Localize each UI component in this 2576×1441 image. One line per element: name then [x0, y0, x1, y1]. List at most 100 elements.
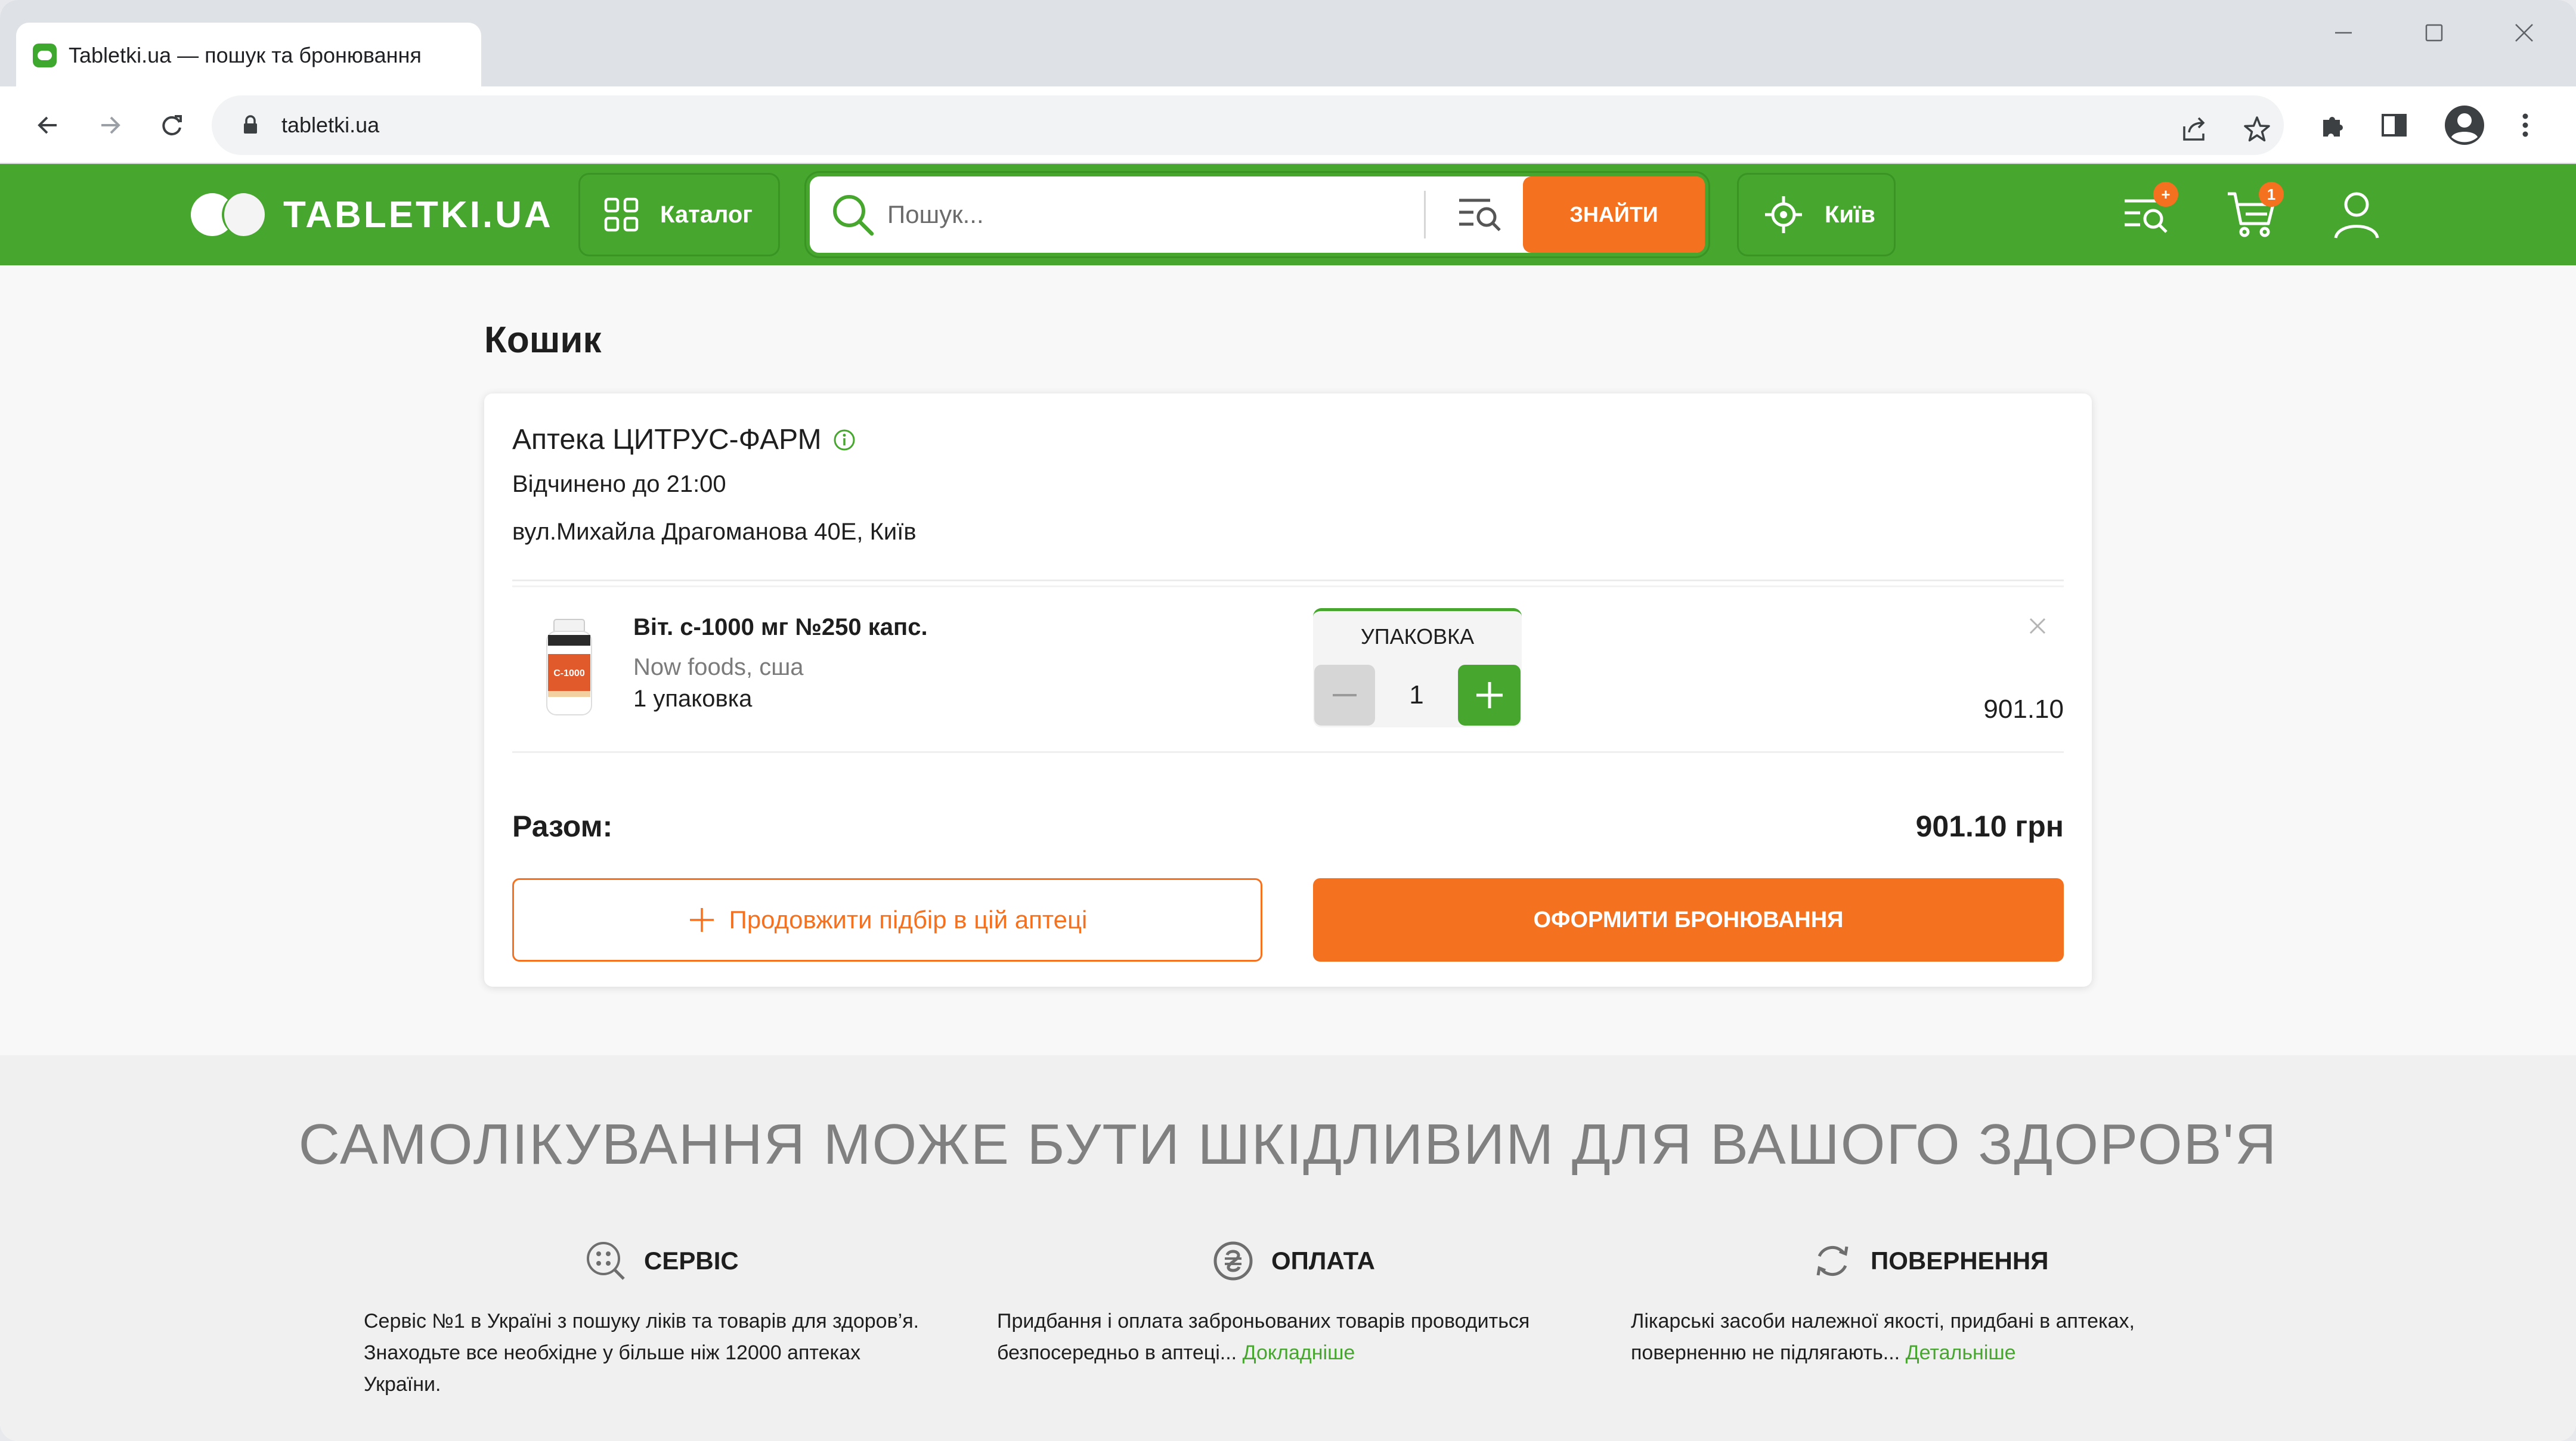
- returns-more-link[interactable]: Детальніше: [1906, 1341, 2016, 1364]
- maximize-icon: [2425, 24, 2443, 42]
- search-submit-button[interactable]: ЗНАЙТИ: [1523, 176, 1705, 253]
- list-search-icon: [1459, 199, 1501, 231]
- payment-column: ОПЛАТА Придбання і оплата заброньованих …: [997, 1237, 1530, 1364]
- returns-text-body: Лікарські засоби належної якості, придба…: [1631, 1310, 2135, 1364]
- lock-icon: [244, 115, 257, 134]
- search-bar: ЗНАЙТИ: [806, 173, 1708, 256]
- item-price: 901.10: [1983, 695, 2064, 724]
- search-divider: [1424, 191, 1426, 238]
- puzzle-icon: [2323, 116, 2343, 137]
- browser-window: Tabletki.ua — пошук та бронювання tablet…: [0, 0, 2576, 1441]
- browser-toolbar: tabletki.ua: [0, 86, 2576, 164]
- arrow-left-icon: [38, 116, 57, 134]
- divider: [512, 580, 2064, 581]
- back-button[interactable]: [24, 101, 72, 149]
- pharmacy-hours: Відчинено до 21:00: [512, 471, 726, 497]
- cart-page: Кошик Аптека ЦИТРУС-ФАРМ Відчинено до 21…: [0, 265, 2576, 1055]
- payment-more-link[interactable]: Докладніше: [1243, 1341, 1355, 1364]
- location-target-icon: [1765, 196, 1802, 233]
- city-label: Київ: [1825, 201, 1875, 228]
- maximize-button[interactable]: [2401, 15, 2467, 51]
- total-value: 901.10 грн: [1915, 810, 2064, 843]
- product-image-label: C-1000: [553, 668, 585, 678]
- checkout-booking-button[interactable]: ОФОРМИТИ БРОНЮВАННЯ: [1313, 878, 2064, 962]
- decrease-quantity-button[interactable]: [1314, 665, 1375, 726]
- browser-tab[interactable]: Tabletki.ua — пошук та бронювання: [16, 23, 481, 88]
- site-header: TABLETKI.UA Каталог Пошук... ЗНАЙТИ Київ…: [0, 164, 2576, 265]
- search-input[interactable]: [887, 188, 1412, 241]
- payment-heading: ОПЛАТА: [1212, 1237, 1375, 1285]
- hryvnia-coin-icon: [1213, 1241, 1253, 1281]
- quantity-value[interactable]: 1: [1375, 665, 1458, 726]
- account-circle-icon: [2445, 106, 2484, 145]
- service-title: СЕРВІС: [644, 1247, 739, 1275]
- payment-title: ОПЛАТА: [1271, 1247, 1375, 1275]
- cart-count-badge: 1: [2259, 182, 2284, 207]
- share-icon: [2183, 117, 2205, 141]
- forward-button[interactable]: [86, 101, 134, 149]
- reload-button[interactable]: [148, 101, 196, 149]
- package-unit-label: УПАКОВКА: [1360, 624, 1475, 649]
- logo-text: TABLETKI.UA: [283, 194, 553, 235]
- pharmacy-name: Аптека ЦИТРУС-ФАРМ: [512, 423, 856, 456]
- self-medication-warning: САМОЛІКУВАННЯ МОЖЕ БУТИ ШКІДЛИВИМ ДЛЯ ВА…: [298, 1112, 2278, 1176]
- side-panel-button[interactable]: [2370, 101, 2418, 149]
- logo-pills-icon: [191, 191, 265, 238]
- search-icon: [833, 195, 874, 236]
- continue-shopping-label: Продовжити підбір в цій аптеці: [729, 906, 1088, 934]
- returns-column: ПОВЕРНЕННЯ Лікарські засоби належної яко…: [1631, 1237, 2135, 1364]
- increase-quantity-button[interactable]: [1458, 665, 1521, 726]
- divider: [512, 751, 2064, 753]
- compare-badge: +: [2153, 182, 2178, 207]
- advanced-search-button[interactable]: [1453, 188, 1506, 241]
- catalog-button[interactable]: Каталог: [578, 173, 780, 256]
- close-icon: [2515, 24, 2533, 42]
- address-bar[interactable]: tabletki.ua: [212, 95, 2284, 155]
- share-button[interactable]: [2174, 109, 2215, 150]
- service-heading: СЕРВІС: [584, 1237, 739, 1285]
- returns-heading: ПОВЕРНЕННЯ: [1811, 1237, 2048, 1285]
- account-button[interactable]: [2330, 188, 2389, 247]
- grid-icon: [604, 197, 639, 232]
- close-window-button[interactable]: [2491, 15, 2557, 51]
- url-text: tabletki.ua: [281, 113, 380, 137]
- service-icon: [587, 1242, 625, 1280]
- user-icon: [2334, 192, 2379, 238]
- payment-text: Придбання і оплата заброньованих товарів…: [997, 1306, 1629, 1369]
- side-panel-icon: [2382, 114, 2407, 137]
- remove-item-icon[interactable]: [2026, 614, 2049, 638]
- city-selector[interactable]: Київ: [1737, 173, 1896, 256]
- info-icon[interactable]: [832, 428, 856, 452]
- plus-icon: [689, 908, 714, 932]
- returns-title: ПОВЕРНЕННЯ: [1871, 1247, 2049, 1275]
- site-logo[interactable]: TABLETKI.UA: [191, 188, 553, 241]
- cart-button[interactable]: 1: [2225, 182, 2285, 247]
- product-manufacturer: Now foods, сша: [633, 654, 804, 680]
- pharmacy-name-text: Аптека ЦИТРУС-ФАРМ: [512, 424, 822, 455]
- pharmacy-address: вул.Михайла Драгоманова 40Е, Київ: [512, 519, 917, 545]
- product-name[interactable]: Віт. с-1000 мг №250 капс.: [633, 614, 928, 641]
- plus-icon: [1476, 682, 1503, 708]
- minimize-icon: [2335, 32, 2352, 34]
- info-footer: САМОЛІКУВАННЯ МОЖЕ БУТИ ШКІДЛИВИМ ДЛЯ ВА…: [0, 1055, 2576, 1441]
- extensions-button[interactable]: [2309, 101, 2357, 149]
- browser-menu-button[interactable]: [2501, 101, 2549, 149]
- bookmark-button[interactable]: [2236, 109, 2278, 150]
- reload-icon: [162, 115, 182, 135]
- minimize-button[interactable]: [2311, 15, 2376, 51]
- minus-icon: [1333, 694, 1357, 696]
- service-text: Сервіс №1 в Україні з пошуку ліків та то…: [364, 1310, 919, 1396]
- arrow-right-icon: [101, 116, 120, 134]
- product-image[interactable]: C-1000: [541, 617, 597, 721]
- compare-button[interactable]: +: [2120, 182, 2179, 247]
- favicon-icon: [33, 44, 57, 67]
- tab-strip: Tabletki.ua — пошук та бронювання: [0, 0, 2576, 88]
- profile-button[interactable]: [2441, 101, 2488, 149]
- continue-shopping-button[interactable]: Продовжити підбір в цій аптеці: [512, 878, 1262, 962]
- star-icon: [2244, 116, 2270, 142]
- service-column: СЕРВІС Сервіс №1 в Україні з пошуку лікі…: [364, 1237, 919, 1396]
- catalog-label: Каталог: [660, 201, 753, 228]
- pharmacy-cart-card: Аптека ЦИТРУС-ФАРМ Відчинено до 21:00 ву…: [484, 393, 2092, 987]
- product-quantity-text: 1 упаковка: [633, 686, 753, 712]
- returns-text: Лікарські засоби належної якості, придба…: [1631, 1306, 2263, 1369]
